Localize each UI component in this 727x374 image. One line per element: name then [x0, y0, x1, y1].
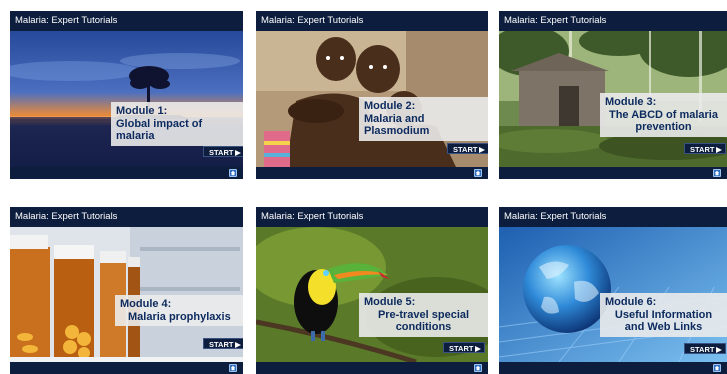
module-label: Module 1: Global impact of malaria [111, 102, 243, 146]
tile-header: Malaria: Expert Tutorials [499, 207, 727, 227]
module-label: Module 2: Malaria and Plasmodium [359, 97, 488, 141]
module-label: Module 3: The ABCD of malaria prevention [600, 93, 727, 137]
start-button[interactable]: START [684, 143, 727, 154]
tile-header: Malaria: Expert Tutorials [256, 11, 488, 31]
tile-footer [10, 362, 243, 374]
module-2-tile[interactable]: Malaria: Expert Tutorials Module 2: Mala… [256, 11, 488, 179]
tile-footer [256, 362, 488, 374]
play-triangle-icon [235, 341, 242, 348]
play-triangle-icon [479, 146, 486, 153]
play-triangle-icon [716, 146, 723, 153]
home-icon[interactable] [229, 364, 237, 372]
tile-header: Malaria: Expert Tutorials [499, 11, 727, 31]
start-button[interactable]: START [203, 338, 243, 349]
tile-header: Malaria: Expert Tutorials [256, 207, 488, 227]
tile-footer [499, 362, 727, 374]
start-button[interactable]: START [447, 143, 488, 154]
play-triangle-icon [716, 346, 723, 353]
home-icon[interactable] [229, 169, 237, 177]
module-6-tile[interactable]: Malaria: Expert Tutorials Module 6: Usef… [499, 207, 727, 374]
start-button[interactable]: START [443, 342, 486, 353]
home-icon[interactable] [713, 364, 721, 372]
tile-footer [256, 167, 488, 179]
module-label: Module 6: Useful Information and Web Lin… [600, 293, 727, 337]
module-label: Module 5: Pre-travel special conditions [359, 293, 488, 337]
start-button[interactable]: START [203, 146, 243, 157]
module-1-tile[interactable]: Malaria: Expert Tutorials Module 1: Glob… [10, 11, 243, 179]
play-triangle-icon [475, 345, 482, 352]
home-icon[interactable] [474, 364, 482, 372]
tile-footer [499, 167, 727, 179]
module-4-tile[interactable]: Malaria: Expert Tutorials Module 4: Mala… [10, 207, 243, 374]
tile-header: Malaria: Expert Tutorials [10, 207, 243, 227]
start-button[interactable]: START [684, 343, 727, 354]
module-5-tile[interactable]: Malaria: Expert Tutorials Module 5: Pre-… [256, 207, 488, 374]
tile-footer [10, 167, 243, 179]
play-triangle-icon [235, 149, 242, 156]
module-3-tile[interactable]: Malaria: Expert Tutorials Module 3: The … [499, 11, 727, 179]
home-icon[interactable] [474, 169, 482, 177]
home-icon[interactable] [713, 169, 721, 177]
module-label: Module 4: Malaria prophylaxis [115, 295, 243, 326]
tile-header: Malaria: Expert Tutorials [10, 11, 243, 31]
